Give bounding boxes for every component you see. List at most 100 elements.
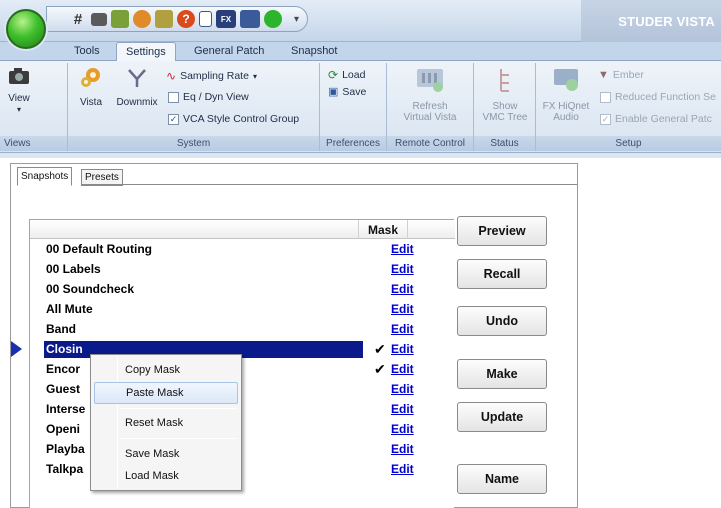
green-dot-icon[interactable] — [264, 10, 282, 28]
enable-general-patch-checkbox[interactable]: ✓ Enable General Patc — [600, 113, 712, 125]
group-preferences: ⟳ Load ▣ Save Preferences — [320, 63, 387, 151]
ribbon: View ▾ Views Vista Downmix ∿ Sampling Ra… — [0, 60, 721, 153]
snapshot-name: Interse — [46, 402, 86, 416]
show-label: Show — [492, 101, 518, 112]
ribbon-tab-strip: Tools Settings General Patch Snapshot — [0, 42, 721, 61]
snapshot-name: 00 Default Routing — [46, 242, 153, 256]
group-views: View ▾ Views — [0, 63, 68, 151]
tab-settings[interactable]: Settings — [116, 42, 176, 61]
downmix-icon — [128, 69, 146, 87]
mask-column-header[interactable]: Mask — [358, 220, 408, 239]
edit-mask-link[interactable]: Edit — [391, 459, 414, 479]
vista-button[interactable]: Vista — [76, 67, 106, 108]
undo-button[interactable]: Undo — [457, 306, 547, 336]
ember-button[interactable]: ▼ Ember — [598, 69, 644, 81]
menu-item-copy-mask[interactable]: Copy Mask — [94, 359, 238, 381]
fx-icon[interactable]: FX — [216, 10, 236, 28]
menu-item-reset-mask[interactable]: Reset Mask — [94, 412, 238, 434]
load-label: Load — [342, 69, 366, 81]
help-icon[interactable]: ? — [177, 10, 195, 28]
edit-mask-link[interactable]: Edit — [391, 379, 414, 399]
ember-label: Ember — [612, 69, 644, 81]
grid-header: Mask — [30, 220, 455, 239]
ember-icon: ▼ — [598, 69, 609, 81]
chevron-down-icon: ▾ — [252, 71, 257, 81]
settings-icon[interactable] — [155, 10, 173, 28]
edit-mask-link[interactable]: Edit — [391, 299, 414, 319]
snapshot-name: Talkpa — [46, 462, 84, 476]
system-group-label: System — [68, 136, 319, 151]
menu-item-save-mask[interactable]: Save Mask — [94, 443, 238, 465]
vca-label: VCA Style Control Group — [183, 113, 300, 125]
refresh-label: Refresh — [412, 101, 448, 112]
document-icon[interactable] — [199, 11, 212, 27]
edit-mask-link[interactable]: Edit — [391, 259, 414, 279]
group-status: Show VMC Tree Status — [474, 63, 536, 151]
tab-divider — [81, 184, 577, 185]
make-button[interactable]: Make — [457, 359, 547, 389]
mask-check-icon: ✔ — [374, 340, 386, 357]
group-system: Vista Downmix ∿ Sampling Rate ▾ Eq / Dyn… — [68, 63, 320, 151]
menu-item-load-mask[interactable]: Load Mask — [94, 465, 238, 487]
camera-icon — [9, 68, 29, 84]
preferences-group-label: Preferences — [320, 136, 386, 151]
palette-icon[interactable] — [133, 10, 151, 28]
save-preferences-button[interactable]: ▣ Save — [328, 85, 366, 99]
title-bar: # ? FX ▾ STUDER VISTA — [0, 0, 721, 49]
edit-mask-link[interactable]: Edit — [391, 419, 414, 439]
snapshot-name: Band — [46, 322, 76, 336]
application-orb-button[interactable] — [6, 9, 46, 49]
view-button[interactable]: View ▾ — [2, 67, 36, 115]
eq-dyn-label: Eq / Dyn View — [183, 91, 249, 103]
status-group-label: Status — [474, 136, 535, 151]
edit-mask-link[interactable]: Edit — [391, 439, 414, 459]
table-row[interactable]: 00 Soundcheck Edit — [30, 279, 455, 299]
camera-icon[interactable] — [91, 12, 107, 26]
virtual-vista-label: Virtual Vista — [403, 112, 457, 123]
current-snapshot-pointer-icon — [11, 341, 22, 357]
table-row[interactable]: 00 Labels Edit — [30, 259, 455, 279]
edit-mask-link[interactable]: Edit — [391, 319, 414, 339]
reduced-function-checkbox[interactable]: Reduced Function Se — [600, 91, 716, 103]
snapshot-name: Closin — [46, 342, 83, 356]
menu-separator — [121, 438, 237, 439]
edit-mask-link[interactable]: Edit — [391, 279, 414, 299]
refresh-virtual-vista-button[interactable]: Refresh Virtual Vista — [393, 67, 467, 123]
qat-dropdown-icon[interactable]: ▾ — [294, 14, 299, 25]
table-row[interactable]: All Mute Edit — [30, 299, 455, 319]
eq-dyn-view-checkbox[interactable]: Eq / Dyn View — [168, 91, 249, 103]
edit-mask-link[interactable]: Edit — [391, 239, 414, 259]
display-icon[interactable] — [240, 10, 260, 28]
grid-icon[interactable]: # — [69, 10, 87, 28]
vca-style-control-group-checkbox[interactable]: ✓ VCA Style Control Group — [168, 113, 299, 125]
name-button[interactable]: Name — [457, 464, 547, 494]
table-row[interactable]: Band Edit — [30, 319, 455, 339]
tab-snapshots[interactable]: Snapshots — [17, 167, 73, 186]
fx-hiqnet-audio-button[interactable]: FX HiQnet Audio — [540, 67, 592, 123]
recall-button[interactable]: Recall — [457, 259, 547, 289]
edit-mask-link[interactable]: Edit — [391, 399, 414, 419]
load-preferences-button[interactable]: ⟳ Load — [328, 68, 365, 82]
reduced-function-label: Reduced Function Se — [615, 91, 716, 103]
sampling-rate-dropdown[interactable]: ∿ Sampling Rate ▾ — [166, 69, 257, 83]
table-row[interactable]: 00 Default Routing Edit — [30, 239, 455, 259]
edit-mask-link[interactable]: Edit — [391, 339, 414, 359]
edit-mask-link[interactable]: Edit — [391, 359, 414, 379]
update-button[interactable]: Update — [457, 402, 547, 432]
tab-snapshot[interactable]: Snapshot — [291, 42, 337, 60]
snapshot-name: 00 Labels — [46, 262, 101, 276]
checkbox-box-checked: ✓ — [168, 113, 179, 125]
preview-button[interactable]: Preview — [457, 216, 547, 246]
menu-item-paste-mask[interactable]: Paste Mask — [94, 382, 238, 404]
mixer-icon[interactable] — [111, 10, 129, 28]
tab-general-patch[interactable]: General Patch — [194, 42, 264, 60]
downmix-button[interactable]: Downmix — [112, 67, 162, 108]
show-vmc-tree-button[interactable]: Show VMC Tree — [478, 67, 532, 123]
group-remote-control: Refresh Virtual Vista Remote Control — [387, 63, 474, 151]
vista-label: Vista — [79, 97, 103, 108]
tab-tools[interactable]: Tools — [74, 42, 100, 60]
load-icon: ⟳ — [328, 68, 339, 82]
mask-check-icon: ✔ — [374, 360, 386, 377]
snapshot-name: Encor — [46, 362, 81, 376]
checkbox-box — [600, 91, 611, 103]
